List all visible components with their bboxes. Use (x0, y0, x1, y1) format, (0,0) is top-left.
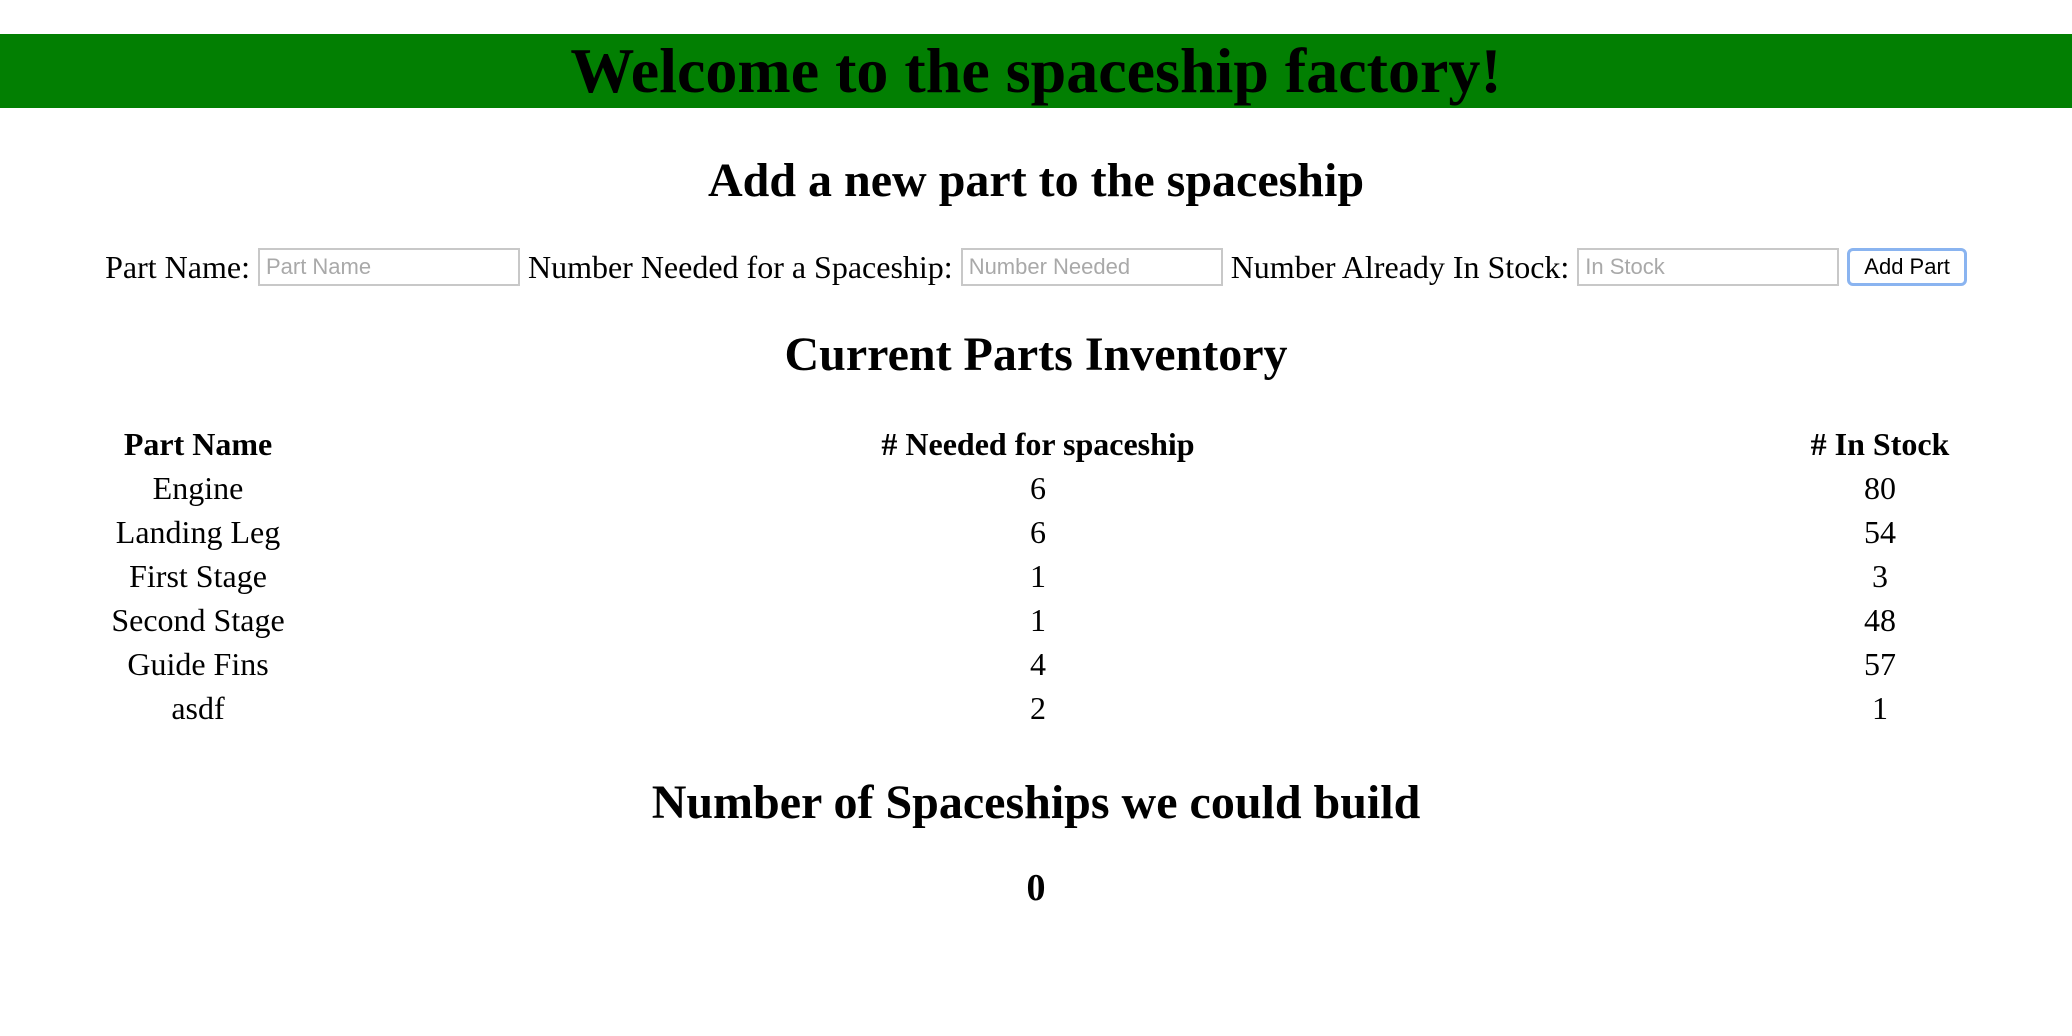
part-name-cell: First Stage (129, 558, 267, 594)
table-row: Guide Fins 4 57 (0, 642, 2072, 686)
needed-cell: 6 (1030, 470, 1046, 506)
number-needed-input[interactable] (960, 248, 1223, 286)
needed-cell: 2 (1030, 690, 1046, 726)
in-stock-label: Number Already In Stock: (1230, 249, 1570, 285)
in-stock-cell: 1 (1872, 690, 1888, 726)
column-header-part-name: Part Name (123, 426, 273, 462)
inventory-heading: Current Parts Inventory (784, 328, 1288, 381)
part-name-cell: Engine (152, 470, 244, 506)
table-row: asdf 2 1 (0, 686, 2072, 730)
buildable-count: 0 (1026, 867, 1046, 909)
add-part-button[interactable]: Add Part (1847, 248, 1967, 286)
welcome-banner: Welcome to the spaceship factory! (0, 34, 2072, 108)
needed-cell: 1 (1030, 558, 1046, 594)
inventory-table: Part Name # Needed for spaceship # In St… (0, 422, 2072, 730)
page-title: Welcome to the spaceship factory! (570, 35, 1502, 106)
page: Welcome to the spaceship factory! Add a … (0, 0, 2072, 1036)
table-row: Engine 6 80 (0, 466, 2072, 510)
add-part-form: Part Name: Number Needed for a Spaceship… (0, 244, 2072, 290)
add-part-heading: Add a new part to the spaceship (707, 154, 1365, 207)
in-stock-cell: 80 (1864, 470, 1896, 506)
table-row: Landing Leg 6 54 (0, 510, 2072, 554)
needed-cell: 1 (1030, 602, 1046, 638)
needed-cell: 6 (1030, 514, 1046, 550)
part-name-cell: Landing Leg (115, 514, 281, 550)
needed-cell: 4 (1030, 646, 1046, 682)
table-header-row: Part Name # Needed for spaceship # In St… (0, 422, 2072, 466)
part-name-cell: Second Stage (111, 602, 285, 638)
table-row: First Stage 1 3 (0, 554, 2072, 598)
in-stock-cell: 48 (1864, 602, 1896, 638)
part-name-label: Part Name: (105, 249, 250, 285)
part-name-cell: asdf (171, 690, 225, 726)
in-stock-cell: 54 (1864, 514, 1896, 550)
in-stock-input[interactable] (1577, 248, 1840, 286)
column-header-needed: # Needed for spaceship (881, 426, 1195, 462)
in-stock-cell: 57 (1864, 646, 1896, 682)
part-name-input[interactable] (257, 248, 520, 286)
part-name-cell: Guide Fins (127, 646, 269, 682)
column-header-in-stock: # In Stock (1810, 426, 1950, 462)
buildable-heading: Number of Spaceships we could build (651, 776, 1421, 829)
table-row: Second Stage 1 48 (0, 598, 2072, 642)
in-stock-cell: 3 (1872, 558, 1888, 594)
number-needed-label: Number Needed for a Spaceship: (527, 249, 953, 285)
